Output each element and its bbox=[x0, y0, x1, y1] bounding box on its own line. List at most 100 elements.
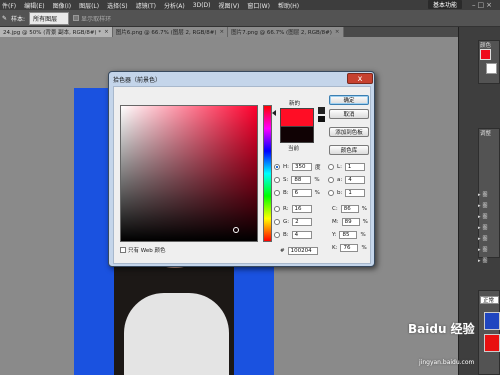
red-label: R: bbox=[283, 206, 289, 212]
menu-file[interactable]: 件(F) bbox=[2, 1, 16, 10]
menu-view[interactable]: 视图(V) bbox=[219, 1, 240, 10]
menu-help[interactable]: 帮助(H) bbox=[278, 1, 299, 10]
add-to-swatches-button[interactable]: 添加到色板 bbox=[329, 127, 369, 137]
magenta-input[interactable]: 89 bbox=[341, 218, 360, 226]
adjust-item[interactable]: ▸ 图 bbox=[478, 245, 500, 254]
watermark-url: jingyan.baidu.com bbox=[419, 359, 475, 366]
green-radio[interactable] bbox=[274, 219, 280, 225]
yellow-input[interactable]: 85 bbox=[339, 231, 358, 239]
tab-close-icon[interactable]: × bbox=[104, 29, 109, 35]
web-safe-swatch[interactable] bbox=[318, 116, 325, 122]
blue-label: B: bbox=[283, 232, 289, 238]
document-tabs: 24.jpg @ 50% (背景 副本, RGB/8#) * × 图片6.png … bbox=[0, 27, 458, 37]
tab-document-1[interactable]: 24.jpg @ 50% (背景 副本, RGB/8#) * × bbox=[0, 27, 113, 37]
restore-icon[interactable]: □ bbox=[478, 1, 485, 9]
menu-analysis[interactable]: 分析(A) bbox=[164, 1, 185, 10]
color-libraries-button[interactable]: 颜色库 bbox=[329, 145, 369, 155]
saturation-radio[interactable] bbox=[274, 177, 280, 183]
black-label: K: bbox=[332, 245, 338, 251]
adjust-item-label: 图 bbox=[482, 236, 488, 242]
current-color-swatch[interactable] bbox=[280, 126, 314, 143]
eyedropper-tool-icon[interactable]: ✎ bbox=[2, 15, 7, 22]
adjust-item[interactable]: ▸ 图 bbox=[478, 212, 500, 221]
adjust-item[interactable]: ▸ 图 bbox=[478, 234, 500, 243]
adjust-item[interactable]: ▸ 图 bbox=[478, 190, 500, 199]
menu-image[interactable]: 图像(I) bbox=[53, 1, 71, 10]
color-marker[interactable] bbox=[233, 227, 239, 233]
hue-input[interactable]: 350 bbox=[292, 163, 312, 171]
adjust-item[interactable]: ▸ 图 bbox=[478, 223, 500, 232]
blue-radio[interactable] bbox=[274, 232, 280, 238]
yellow-label: Y: bbox=[332, 232, 337, 238]
color-panel-tab[interactable]: 颜色 bbox=[480, 41, 491, 49]
yellow-unit: % bbox=[360, 232, 366, 238]
tab-close-icon[interactable]: × bbox=[335, 29, 340, 35]
layer-thumbnail[interactable] bbox=[484, 334, 500, 352]
dialog-body: 新的 当前 确定 取消 添加到色板 颜色库 H: 350 度 S: 88 % B… bbox=[113, 86, 371, 264]
green-input[interactable]: 2 bbox=[292, 218, 313, 226]
brightness-input[interactable]: 6 bbox=[291, 189, 312, 197]
expand-icon: ▸ bbox=[478, 202, 481, 209]
tab-document-3[interactable]: 图片7.png @ 66.7% (图层 2, RGB/8#) × bbox=[228, 27, 344, 37]
web-colors-only-label: 只有 Web 颜色 bbox=[128, 248, 166, 254]
window-controls: – □ × bbox=[472, 0, 500, 10]
cyan-input[interactable]: 86 bbox=[340, 205, 359, 213]
close-icon[interactable]: × bbox=[486, 1, 492, 9]
adjust-item[interactable]: ▸ 图 bbox=[478, 256, 500, 265]
brightness-radio[interactable] bbox=[274, 190, 280, 196]
lab-b-label: b: bbox=[337, 190, 343, 196]
tab-close-icon[interactable]: × bbox=[220, 29, 225, 35]
lab-b-input[interactable]: 1 bbox=[345, 189, 366, 197]
menu-layer[interactable]: 图层(L) bbox=[79, 1, 99, 10]
sample-select[interactable]: 所有图层 bbox=[29, 11, 70, 25]
lab-a-input[interactable]: 4 bbox=[345, 176, 366, 184]
adjust-item-label: 图 bbox=[482, 247, 488, 253]
black-input[interactable]: 76 bbox=[340, 244, 359, 252]
saturation-brightness-field[interactable] bbox=[120, 105, 258, 242]
hue-slider[interactable] bbox=[263, 105, 272, 242]
ok-button[interactable]: 确定 bbox=[329, 95, 369, 105]
blend-mode-select[interactable]: 正常 bbox=[480, 296, 499, 304]
menu-filter[interactable]: 滤镜(T) bbox=[136, 1, 156, 10]
menu-3d[interactable]: 3D(D) bbox=[193, 2, 211, 9]
dialog-close-button[interactable]: x bbox=[347, 73, 373, 84]
menu-edit[interactable]: 编辑(E) bbox=[24, 1, 44, 10]
foreground-color-swatch[interactable] bbox=[480, 49, 491, 60]
cancel-button[interactable]: 取消 bbox=[329, 109, 369, 119]
lab-a-radio[interactable] bbox=[328, 177, 334, 183]
menu-window[interactable]: 窗口(W) bbox=[247, 1, 270, 10]
lab-l-radio[interactable] bbox=[328, 164, 334, 170]
hex-input[interactable]: 100204 bbox=[287, 247, 318, 255]
adjustments-panel-tab[interactable]: 调整 bbox=[480, 129, 491, 137]
adjust-item-label: 图 bbox=[482, 214, 488, 220]
saturation-row: S: 88 % bbox=[274, 176, 320, 184]
hue-slider-handle[interactable] bbox=[272, 110, 276, 116]
blue-input[interactable]: 4 bbox=[291, 231, 312, 239]
current-color-label: 当前 bbox=[288, 146, 300, 152]
saturation-input[interactable]: 88 bbox=[291, 176, 312, 184]
tab-document-2[interactable]: 图片6.png @ 66.7% (图层 2, RGB/8#) × bbox=[112, 27, 229, 37]
show-ring-checkbox[interactable]: 显示取样环 bbox=[73, 14, 111, 23]
blue-row: B: 4 bbox=[274, 231, 312, 239]
saturation-unit: % bbox=[314, 177, 320, 183]
lab-l-input[interactable]: 1 bbox=[344, 163, 365, 171]
saturation-label: S: bbox=[283, 177, 289, 183]
black-row: K: 76 % bbox=[332, 244, 367, 252]
layer-thumbnail[interactable] bbox=[484, 312, 500, 330]
menu-select[interactable]: 选择(S) bbox=[107, 1, 128, 10]
background-color-swatch[interactable] bbox=[486, 63, 497, 74]
web-warning-cube-icon[interactable] bbox=[318, 107, 325, 114]
adjust-item[interactable]: ▸ 图 bbox=[478, 201, 500, 210]
hue-unit: 度 bbox=[315, 165, 321, 171]
hue-radio[interactable] bbox=[274, 164, 280, 170]
yellow-row: Y: 85 % bbox=[332, 231, 366, 239]
red-radio[interactable] bbox=[274, 206, 280, 212]
web-colors-only-checkbox[interactable]: 只有 Web 颜色 bbox=[120, 246, 166, 254]
hex-row: # 100204 bbox=[280, 247, 318, 255]
workspace-button[interactable]: 基本功能 bbox=[428, 0, 462, 9]
minimize-icon[interactable]: – bbox=[472, 1, 476, 9]
hue-row: H: 350 度 bbox=[274, 163, 321, 171]
lab-b-radio[interactable] bbox=[328, 190, 334, 196]
options-bar: ✎ 样本: 所有图层 显示取样环 bbox=[0, 10, 500, 27]
red-input[interactable]: 16 bbox=[291, 205, 312, 213]
